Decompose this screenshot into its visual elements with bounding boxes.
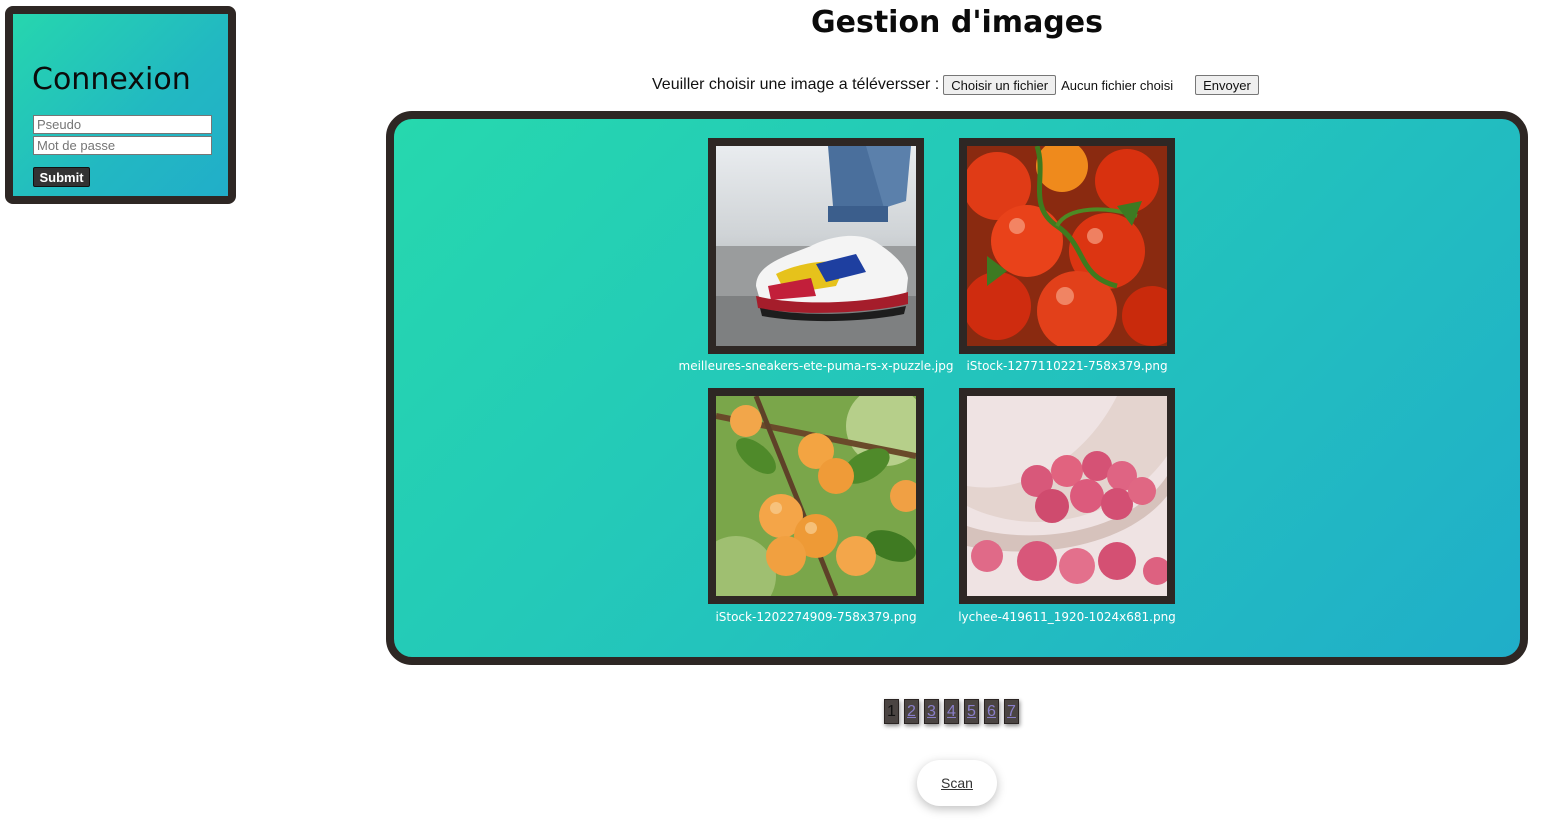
- page-link-2[interactable]: 2: [904, 699, 919, 724]
- password-input[interactable]: [33, 136, 212, 155]
- page-link-7[interactable]: 7: [1004, 699, 1019, 724]
- gallery-image-sneakers[interactable]: [708, 138, 924, 354]
- image-gallery: meilleures-sneakers-ete-puma-rs-x-puzzle…: [386, 111, 1528, 665]
- send-button[interactable]: Envoyer: [1195, 75, 1259, 95]
- apricots-photo: [716, 396, 916, 596]
- pagination: 1 2 3 4 5 6 7: [884, 699, 1019, 724]
- login-title: Connexion: [32, 62, 191, 97]
- scan-button[interactable]: Scan: [917, 760, 997, 806]
- page-title: Gestion d'images: [811, 5, 1103, 40]
- page-link-6[interactable]: 6: [984, 699, 999, 724]
- page-link-4[interactable]: 4: [944, 699, 959, 724]
- file-status: Aucun fichier choisi: [1061, 77, 1174, 93]
- page-link-5[interactable]: 5: [964, 699, 979, 724]
- upload-prompt: Veuiller choisir une image a téléversser…: [652, 76, 940, 93]
- username-input[interactable]: [33, 115, 212, 134]
- page-link-1[interactable]: 1: [884, 699, 899, 724]
- lychees-photo: [967, 396, 1167, 596]
- tomatoes-photo: [967, 146, 1167, 346]
- gallery-image-apricots[interactable]: [708, 388, 924, 604]
- choose-file-button[interactable]: Choisir un fichier: [943, 75, 1057, 95]
- gallery-image-lychees[interactable]: [959, 388, 1175, 604]
- page-link-3[interactable]: 3: [924, 699, 939, 724]
- image-caption: iStock-1277110221-758x379.png: [966, 359, 1168, 373]
- image-caption: lychee-419611_1920-1024x681.png: [958, 610, 1176, 624]
- sneakers-photo: [716, 146, 916, 346]
- upload-form: Veuiller choisir une image a téléversser…: [652, 73, 1259, 97]
- gallery-image-tomatoes[interactable]: [959, 138, 1175, 354]
- submit-button[interactable]: Submit: [33, 167, 90, 187]
